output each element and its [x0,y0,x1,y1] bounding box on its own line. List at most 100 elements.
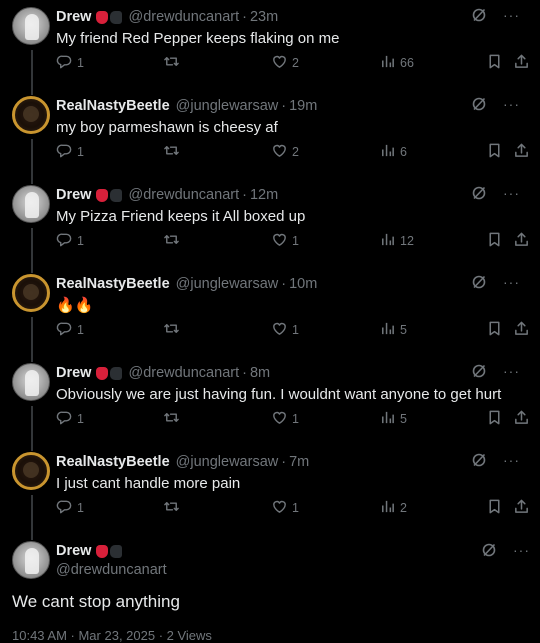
tweet[interactable]: Drew @drewduncanart · 23m ··· My friend Red P… [0,0,540,95]
avatar[interactable] [12,274,50,312]
author-name[interactable]: Drew [56,187,91,203]
like-button[interactable]: 1 [271,231,299,251]
retweet-button[interactable] [163,231,180,251]
reply-button[interactable]: 1 [56,53,84,73]
like-button[interactable]: 2 [271,142,299,162]
like-button[interactable]: 1 [271,409,299,429]
tweet-time[interactable]: 7m [289,454,309,470]
grok-icon[interactable] [471,363,487,379]
author-handle[interactable]: @junglewarsaw [176,98,279,114]
share-button[interactable] [513,142,530,162]
reply-button[interactable]: 1 [56,142,84,162]
views-button[interactable]: 12 [379,231,414,251]
like-button[interactable]: 2 [271,53,299,73]
grok-icon[interactable] [471,185,487,201]
more-icon[interactable]: ··· [503,453,520,467]
more-icon[interactable]: ··· [503,8,520,22]
tweet[interactable]: Drew @drewduncanart · 12m ··· My Pizza Friend… [0,178,540,273]
main-tweet-author[interactable]: Drew @drewduncanart [56,542,167,580]
reply-button[interactable]: 1 [56,409,84,429]
bull-badge-icon [110,366,123,380]
more-icon[interactable]: ··· [503,97,520,111]
avatar[interactable] [12,96,50,134]
author-handle[interactable]: @drewduncanart [128,365,239,381]
author-handle[interactable]: @drewduncanart [128,9,239,25]
author-handle[interactable]: @junglewarsaw [176,454,279,470]
tweet[interactable]: RealNastyBeetle @junglewarsaw · 7m ··· I just… [0,445,540,540]
retweet-button[interactable] [163,498,180,518]
author-name[interactable]: RealNastyBeetle [56,276,170,292]
share-button[interactable] [513,498,530,518]
avatar[interactable] [12,185,50,223]
tweet-time[interactable]: 19m [289,98,317,114]
tweet-time[interactable]: 23m [250,9,278,25]
author-name[interactable]: Drew [56,365,91,381]
reply-button[interactable]: 1 [56,498,84,518]
views-button[interactable]: 66 [379,53,414,73]
view-count: 5 [400,412,407,426]
tweet-header-actions: ··· [471,274,520,290]
grok-icon[interactable] [471,452,487,468]
heart-icon [271,320,288,340]
author-name[interactable]: RealNastyBeetle [56,454,170,470]
share-button[interactable] [513,320,530,340]
share-button[interactable] [513,409,530,429]
tweet-time[interactable]: 8m [250,365,270,381]
tweet[interactable]: RealNastyBeetle @junglewarsaw · 10m ··· 🔥🔥 1 1 5 [0,267,540,362]
tweet[interactable]: RealNastyBeetle @junglewarsaw · 19m ··· my bo… [0,89,540,184]
more-icon[interactable]: ··· [503,186,520,200]
grok-icon[interactable] [471,7,487,23]
reply-button[interactable]: 1 [56,231,84,251]
more-icon[interactable]: ··· [503,275,520,289]
heart-icon [271,53,288,73]
reply-icon [56,320,73,340]
bookmark-button[interactable] [486,53,503,73]
views-button[interactable]: 5 [379,320,407,340]
more-icon[interactable]: ··· [513,543,530,557]
author-handle[interactable]: @drewduncanart [128,187,239,203]
more-icon[interactable]: ··· [503,364,520,378]
avatar[interactable] [12,7,50,45]
views-button[interactable]: 6 [379,142,407,162]
retweet-button[interactable] [163,53,180,73]
like-button[interactable]: 1 [271,498,299,518]
view-count: 2 [400,501,407,515]
author-handle[interactable]: @junglewarsaw [176,276,279,292]
retweet-button[interactable] [163,142,180,162]
avatar[interactable] [12,363,50,401]
views-button[interactable]: 5 [379,409,407,429]
reply-icon [56,409,73,429]
like-button[interactable]: 1 [271,320,299,340]
tweet-time[interactable]: 12m [250,187,278,203]
share-icon [513,409,530,429]
grok-icon[interactable] [471,96,487,112]
tweet-time[interactable]: 10m [289,276,317,292]
bookmark-button[interactable] [486,498,503,518]
retweet-button[interactable] [163,320,180,340]
tweet[interactable]: Drew @drewduncanart · 8m ··· Obviously we are… [0,356,540,451]
tweet-text: 🔥🔥 [56,297,94,314]
separator: · [242,187,247,203]
bookmark-button[interactable] [486,409,503,429]
avatar[interactable] [12,541,50,579]
author-handle[interactable]: @drewduncanart [56,561,167,580]
author-name[interactable]: Drew [56,542,91,561]
grok-icon[interactable] [471,274,487,290]
author-name[interactable]: RealNastyBeetle [56,98,170,114]
grok-icon[interactable] [481,542,497,558]
author-name[interactable]: Drew [56,9,91,25]
share-button[interactable] [513,231,530,251]
bookmark-button[interactable] [486,231,503,251]
reply-count: 1 [77,501,84,515]
reply-count: 1 [77,56,84,70]
separator: · [242,9,247,25]
bookmark-button[interactable] [486,320,503,340]
retweet-icon [163,142,180,162]
bookmark-button[interactable] [486,142,503,162]
share-button[interactable] [513,53,530,73]
reply-button[interactable]: 1 [56,320,84,340]
views-button[interactable]: 2 [379,498,407,518]
retweet-button[interactable] [163,409,180,429]
avatar[interactable] [12,452,50,490]
like-count: 1 [292,501,299,515]
